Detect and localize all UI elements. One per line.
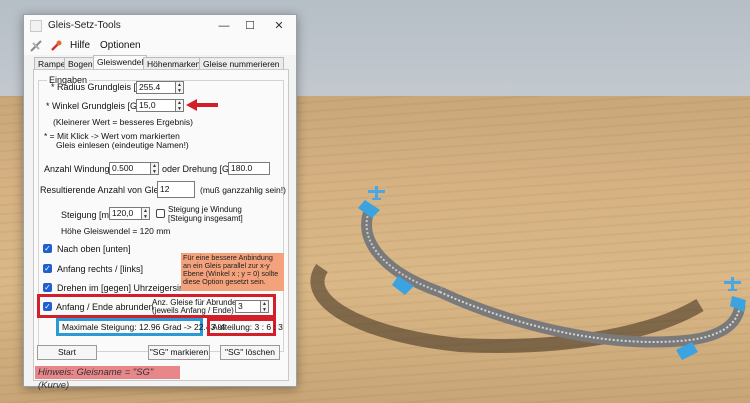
nach-oben-label: Nach oben [unten] xyxy=(57,244,131,254)
steigung-je-windung-label2: [Steigung insgesamt] xyxy=(168,214,243,223)
drehen-checkbox[interactable]: ✓ xyxy=(43,283,52,292)
steigung-input[interactable]: 120,0 xyxy=(109,207,142,220)
track-segment-start xyxy=(361,202,442,298)
windungen-spinner[interactable]: ▲ ▼ xyxy=(151,162,159,175)
track-segment-mid xyxy=(437,287,746,348)
winkel-spinner[interactable]: ▲ ▼ xyxy=(176,99,184,112)
steigung-je-windung-checkbox[interactable] xyxy=(156,209,165,218)
anfang-rechts-label: Anfang rechts / [links] xyxy=(57,264,144,274)
anfang-rechts-checkbox[interactable]: ✓ xyxy=(43,264,52,273)
sg-loeschen-button[interactable]: "SG" löschen xyxy=(220,345,280,360)
drehung-input[interactable]: 180.0 xyxy=(228,162,270,175)
abrunden-checkbox[interactable]: ✓ xyxy=(43,302,52,311)
start-button[interactable]: Start xyxy=(37,345,97,360)
ganzzahlig-hint: (muß ganzzahlig sein!) xyxy=(200,185,286,195)
plane-icon-end xyxy=(724,277,741,291)
radius-input[interactable]: 255.4 xyxy=(136,81,176,94)
hint-smaller-value: (Kleinerer Wert = besseres Ergebnis) xyxy=(53,117,193,127)
resultierende-output: 12 xyxy=(157,181,195,198)
hinweis-text: Hinweis: Gleisname = "SG" (Kurve) xyxy=(35,366,180,391)
hoehe-gleiswendel: Höhe Gleiswendel = 120 mm xyxy=(61,226,171,236)
aufteilung-text: Aufteilung: 3 : 6 : 3 xyxy=(212,322,283,332)
track-end-marker-start xyxy=(358,200,380,218)
plane-icon-start xyxy=(368,186,385,200)
sg-markieren-button[interactable]: "SG" markieren xyxy=(148,345,210,360)
anz-gleise-spinner[interactable]: ▲ ▼ xyxy=(261,300,269,313)
radius-spinner[interactable]: ▲ ▼ xyxy=(176,81,184,94)
track-shadow xyxy=(310,264,704,353)
anz-gleise-input[interactable]: 3 xyxy=(235,300,261,313)
winkel-input[interactable]: 15,0 xyxy=(136,99,176,112)
drehen-label: Drehen im [gegen] Uhrzeigersinn xyxy=(57,283,190,293)
abrunden-label: Anfang / Ende abrunden xyxy=(56,302,154,312)
steigung-je-windung-label1: Steigung je Windung xyxy=(168,205,242,214)
steigung-spinner[interactable]: ▲ ▼ xyxy=(142,207,150,220)
max-steigung-text: Maximale Steigung: 12.96 Grad -> 22.43 % xyxy=(62,322,226,332)
click-note-line2: Gleis einlesen (eindeutige Namen!) xyxy=(56,140,189,150)
option-note-box: Für eine bessere Anbindung an ein Gleis … xyxy=(181,253,284,291)
windungen-input[interactable]: 0.500 xyxy=(109,162,151,175)
nach-oben-checkbox[interactable]: ✓ xyxy=(43,244,52,253)
red-arrow-shaft xyxy=(196,103,218,107)
red-arrow-icon xyxy=(186,99,197,111)
anz-gleise-label2: (jeweils Anfang / Ende) xyxy=(152,306,234,315)
